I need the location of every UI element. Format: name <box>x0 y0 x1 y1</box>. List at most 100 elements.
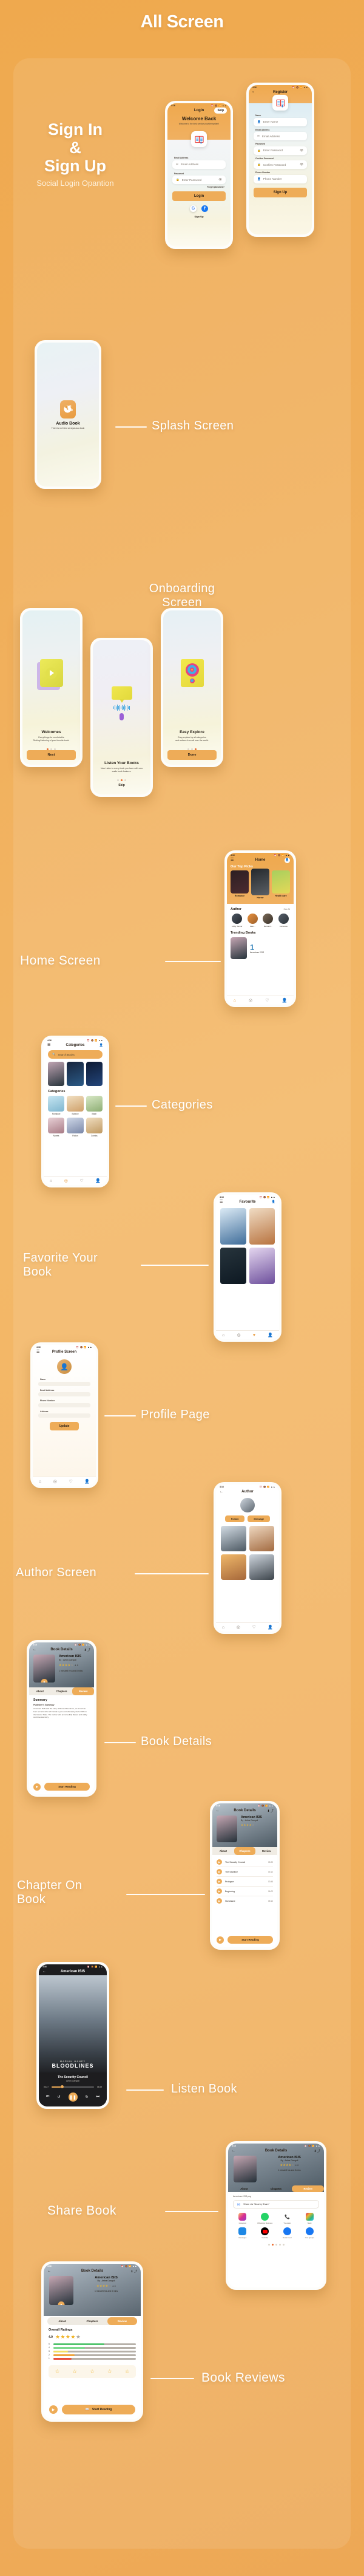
nav-favorite-icon[interactable]: ♥ <box>253 1333 255 1338</box>
chapter-row[interactable]: ▶ Homeland 05:10 <box>217 1896 273 1905</box>
play-icon[interactable]: ▶ <box>49 2405 58 2414</box>
play-icon[interactable]: ▶ <box>33 1783 41 1791</box>
bottom-nav[interactable]: ⌂ ◎ ♡ 👤 <box>33 1477 96 1486</box>
nav-profile-icon[interactable]: 👤 <box>282 998 288 1003</box>
forgot-password-link[interactable]: Forget password? <box>174 186 224 188</box>
chapter-row[interactable]: ▶ Prologue 03:45 <box>217 1877 273 1887</box>
profile-field[interactable]: Email Address <box>38 1389 90 1396</box>
profile-avatar-icon[interactable]: 👤 <box>272 1200 275 1204</box>
share-icon[interactable]: ⬇ ⤴ <box>314 2149 320 2153</box>
search-input[interactable]: 🔍 Search Books <box>48 1050 103 1059</box>
nav-home-icon[interactable]: ⌂ <box>50 1179 52 1183</box>
tab-about[interactable]: About <box>212 1847 234 1855</box>
category-cover[interactable] <box>86 1062 103 1086</box>
bottom-nav[interactable]: ⌂ ◎ ♡ 👤 <box>44 1176 107 1185</box>
play-icon[interactable]: ▶ <box>217 1859 222 1865</box>
profile-field[interactable]: Name <box>38 1378 90 1386</box>
menu-icon[interactable]: ☰ <box>47 1044 50 1047</box>
author-photo[interactable] <box>249 1554 274 1580</box>
share-target[interactable]: YouTube <box>255 2227 275 2239</box>
back-icon[interactable]: ← <box>220 1490 223 1494</box>
onboarding-next-button[interactable]: Next <box>27 750 76 760</box>
author-item[interactable]: Libby Tanner <box>231 914 244 928</box>
back-icon[interactable]: ‹ <box>252 91 254 94</box>
share-target[interactable]: Instagram <box>233 2213 252 2224</box>
signup-link[interactable]: Sign Up <box>172 215 226 218</box>
play-icon[interactable]: ▶ <box>217 1936 224 1944</box>
tab-review[interactable]: Review <box>255 1847 277 1855</box>
menu-icon[interactable]: ☰ <box>231 858 234 862</box>
start-reading-button[interactable]: Start Reading <box>228 1936 273 1944</box>
star-5-icon[interactable]: ☆ <box>125 2368 130 2375</box>
play-icon[interactable]: ▶ <box>217 1869 222 1874</box>
menu-icon[interactable]: ☰ <box>36 1350 39 1354</box>
category-item[interactable]: Earth <box>86 1096 103 1115</box>
google-login-icon[interactable]: G <box>190 205 197 212</box>
top-pick-card[interactable]: Horror <box>251 869 269 899</box>
category-item[interactable]: Comics <box>86 1118 103 1137</box>
nav-explore-icon[interactable]: ◎ <box>237 1333 241 1338</box>
nav-explore-icon[interactable]: ◎ <box>64 1178 68 1183</box>
trending-item[interactable]: 1 American ISIS <box>231 937 290 959</box>
bottom-nav[interactable]: ⌂ ◎ ♥ 👤 <box>216 1330 279 1339</box>
share-target[interactable]: Messages <box>233 2227 252 2239</box>
nav-explore-icon[interactable]: ◎ <box>249 998 252 1003</box>
rate-stars-input[interactable]: ☆ ☆ ☆ ☆ ☆ <box>49 2365 136 2378</box>
profile-field[interactable]: Address <box>38 1410 90 1418</box>
message-button[interactable]: Message <box>248 1515 271 1522</box>
star-4-icon[interactable]: ☆ <box>107 2368 112 2375</box>
nav-profile-icon[interactable]: 👤 <box>268 1333 273 1338</box>
eye-icon[interactable]: 👁 <box>300 149 303 152</box>
profile-field[interactable]: Phone Number <box>38 1399 90 1407</box>
share-icon[interactable]: ⬇ ⤴ <box>130 2269 137 2274</box>
chapter-row[interactable]: ▶ Beginning 06:02 <box>217 1887 273 1896</box>
favorite-heart-icon[interactable]: ♥ <box>41 1679 48 1683</box>
nav-home-icon[interactable]: ⌂ <box>222 1625 224 1630</box>
tab-chapters[interactable]: Chapters <box>260 2185 292 2192</box>
tab-about[interactable]: About <box>47 2317 77 2325</box>
register-field-3[interactable]: Confirm Password 🔒 Confirm Password 👁 <box>254 157 307 169</box>
share-target[interactable]: News Feed <box>278 2227 297 2239</box>
previous-icon[interactable]: ⏮ <box>46 2095 49 2099</box>
nav-home-icon[interactable]: ⌂ <box>222 1333 224 1338</box>
register-field-0[interactable]: Name 👤 Enter Name <box>254 114 307 126</box>
star-3-icon[interactable]: ☆ <box>90 2368 95 2375</box>
progress-slider[interactable] <box>51 2085 95 2089</box>
profile-avatar[interactable]: 👤 <box>57 1359 72 1374</box>
share-icon[interactable]: ⬇ ⤴ <box>84 1648 90 1652</box>
tab-chapters[interactable]: Chapters <box>51 1687 73 1695</box>
tab-about[interactable]: About <box>228 2185 260 2192</box>
author-photo[interactable] <box>221 1526 246 1551</box>
tab-about[interactable]: About <box>29 1687 51 1695</box>
nav-profile-icon[interactable]: 👤 <box>84 1479 90 1484</box>
star-2-icon[interactable]: ☆ <box>72 2368 77 2375</box>
chapter-row[interactable]: ▶ The Security Council 05:29 <box>217 1857 273 1867</box>
tab-chapters[interactable]: Chapters <box>77 2317 107 2325</box>
play-icon[interactable]: ▶ <box>217 1888 222 1894</box>
share-target[interactable]: 📞 Truecaller <box>278 2213 297 2224</box>
chapter-row[interactable]: ▶ The Sacrifice 04:12 <box>217 1867 273 1877</box>
favorite-heart-icon[interactable]: ♥ <box>58 2301 65 2305</box>
tab-review[interactable]: Review <box>292 2185 324 2192</box>
register-field-2[interactable]: Password 🔒 Enter Password 👁 <box>254 143 307 155</box>
category-cover[interactable] <box>67 1062 84 1086</box>
nav-favorite-icon[interactable]: ♡ <box>265 998 269 1003</box>
bottom-nav[interactable]: ⌂ ◎ ♡ 👤 <box>216 1622 279 1631</box>
back-icon[interactable]: ← <box>42 1970 46 1973</box>
nearby-share-row[interactable]: ))(( Share via "Nearby Share" <box>233 2200 319 2209</box>
share-icon[interactable]: ⬇ ⤴ <box>267 1809 274 1813</box>
tab-review[interactable]: Review <box>72 1687 94 1695</box>
update-button[interactable]: Update <box>49 1422 79 1430</box>
forward-10-icon[interactable]: ↻ <box>86 2095 89 2099</box>
password-field[interactable]: 🔒 Enter Password 👁 <box>172 176 226 184</box>
author-photo[interactable] <box>221 1554 246 1580</box>
email-field[interactable]: ✉ Email Address <box>172 160 226 169</box>
follow-button[interactable]: Follow <box>224 1515 245 1522</box>
favorite-book-cover[interactable] <box>249 1208 275 1245</box>
author-item[interactable]: Bernard .. <box>261 914 275 928</box>
author-photo[interactable] <box>249 1526 274 1551</box>
category-item[interactable]: Romance <box>48 1096 65 1115</box>
author-item[interactable]: Contessa <box>277 914 291 928</box>
star-1-icon[interactable]: ☆ <box>55 2368 59 2375</box>
nav-profile-icon[interactable]: 👤 <box>268 1625 273 1630</box>
